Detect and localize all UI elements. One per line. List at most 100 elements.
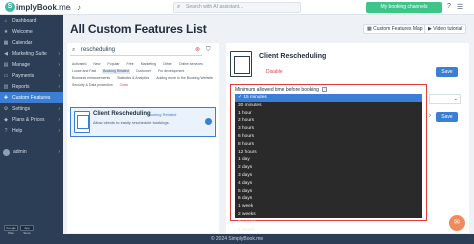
ai-search-input[interactable]: ⌕ Search with AI assistant... xyxy=(173,2,301,13)
feature-detail-title: Client Rescheduling xyxy=(259,53,327,60)
sidebar-menu: ⌂ Dashboard ★ Welcome ▦ Calendar ◀ Marketing Su… xyxy=(0,15,63,136)
notification-bell-icon[interactable]: ♪ xyxy=(77,3,81,12)
sidebar-item-label: Marketing Suite xyxy=(12,50,47,57)
megaphone-icon: ◀ xyxy=(4,50,8,57)
briefcase-icon: ▤ xyxy=(3,61,9,68)
sidebar-item-label: Welcome xyxy=(12,28,33,35)
sidebar-item-label: Help xyxy=(12,127,23,134)
arrow-icon: › xyxy=(429,113,431,119)
min-time-option[interactable]: 4 days xyxy=(235,180,422,188)
min-time-option[interactable]: 3 weeks xyxy=(235,219,422,227)
min-time-option[interactable]: 3 hours xyxy=(235,125,422,133)
calendar-icon xyxy=(74,111,90,133)
google-play-badge[interactable]: Google Play xyxy=(4,225,18,235)
category-tag[interactable]: New xyxy=(92,62,101,67)
sidebar-item-plans-prices[interactable]: ◆ Plans & Prices › xyxy=(0,114,63,125)
category-tag[interactable]: Clear xyxy=(119,83,129,88)
min-time-option[interactable]: 2 days xyxy=(235,164,422,172)
user-name: admin xyxy=(13,149,27,155)
category-tag[interactable]: Security & Data protection xyxy=(71,83,114,88)
min-time-option[interactable]: 8 hours xyxy=(235,141,422,149)
chevron-right-icon: › xyxy=(58,127,60,134)
chevron-right-icon: › xyxy=(58,72,60,79)
chevron-down-icon: ⌄ xyxy=(453,96,458,102)
save-settings-button[interactable]: Save xyxy=(436,112,458,122)
category-tag[interactable]: Online services xyxy=(178,62,204,67)
video-tutorial-label: Video tutorial xyxy=(433,26,463,32)
ai-search-placeholder: Search with AI assistant... xyxy=(186,4,244,10)
category-tag[interactable]: Other xyxy=(162,62,173,67)
clear-search-icon[interactable]: ⊗ xyxy=(195,46,200,55)
features-list-panel: ⌕ rescheduling ⊗ ⛉ Activated New Popular Fr… xyxy=(67,43,219,233)
sidebar-item-custom-features[interactable]: ✚ Custom Features xyxy=(0,92,63,103)
sidebar-item-label: Custom Features xyxy=(12,94,51,101)
custom-features-map-button[interactable]: ▦ Custom Features Map xyxy=(363,24,427,34)
card-icon: ▭ xyxy=(3,72,9,79)
star-icon: ★ xyxy=(3,28,9,35)
chevron-right-icon: › xyxy=(58,83,60,90)
home-icon[interactable]: ⌂ xyxy=(66,3,71,12)
min-time-option[interactable]: 5 days xyxy=(235,188,422,196)
feature-search-input[interactable]: ⌕ rescheduling ⊗ xyxy=(70,46,202,56)
sidebar-item-label: Manage xyxy=(12,61,31,68)
sidebar-item-manage[interactable]: ▤ Manage › xyxy=(0,59,63,70)
category-tag[interactable]: Activated xyxy=(71,62,87,67)
category-tag[interactable]: Business enhancements xyxy=(71,76,111,81)
category-tag[interactable]: Free xyxy=(126,62,135,67)
category-tag[interactable]: Booking Related xyxy=(102,69,130,74)
min-time-option[interactable]: 1 week xyxy=(235,203,422,211)
disable-link[interactable]: Disable xyxy=(266,69,283,75)
setting-select[interactable]: ⌄ xyxy=(429,94,461,104)
sidebar-item-dashboard[interactable]: ⌂ Dashboard xyxy=(0,15,63,26)
min-time-option[interactable]: 6 days xyxy=(235,195,422,203)
chevron-right-icon: › xyxy=(58,149,60,155)
video-tutorial-button[interactable]: ▶ Video tutorial xyxy=(424,24,467,34)
booking-channels-button[interactable]: My booking channels xyxy=(366,2,442,13)
category-tag[interactable]: Customer xyxy=(135,69,152,74)
min-time-label: Minimum allowed time before booking ? xyxy=(235,87,328,93)
help-icon[interactable]: ? xyxy=(322,87,328,92)
category-tag[interactable]: Adding more to the Booking Website xyxy=(155,76,214,81)
sidebar-item-reports[interactable]: ▥ Reports › xyxy=(0,81,63,92)
min-time-options-list[interactable]: ✓ 15 minutes 30 minutes 1 hour 2 hours 3 hou… xyxy=(235,94,422,233)
chevron-right-icon: › xyxy=(58,105,60,112)
calendar-icon xyxy=(230,51,252,77)
min-time-option[interactable]: 6 hours xyxy=(235,133,422,141)
min-time-option[interactable]: 2 weeks xyxy=(235,211,422,219)
sidebar-item-help[interactable]: ? Help › xyxy=(0,125,63,136)
puzzle-icon: ✚ xyxy=(3,94,9,101)
category-tag[interactable]: Popular xyxy=(106,62,120,67)
search-icon: ⌕ xyxy=(72,47,76,53)
sidebar-item-label: Plans & Prices xyxy=(12,116,45,123)
app-store-badge[interactable]: App Store xyxy=(20,225,34,235)
min-time-option[interactable]: ✓ 15 minutes xyxy=(235,94,422,102)
min-time-option[interactable]: 30 minutes xyxy=(235,102,422,110)
sidebar-item-label: Dashboard xyxy=(12,17,37,24)
category-tag[interactable]: For development xyxy=(157,69,185,74)
sidebar-item-marketing-suite[interactable]: ◀ Marketing Suite › xyxy=(0,48,63,59)
sidebar-item-payments[interactable]: ▭ Payments › xyxy=(0,70,63,81)
chat-icon[interactable]: ✉ xyxy=(449,215,465,231)
min-time-option[interactable]: 3 days xyxy=(235,172,422,180)
min-time-option[interactable]: 2 hours xyxy=(235,117,422,125)
category-tag[interactable]: Statistics & Analytics xyxy=(116,76,150,81)
user-menu[interactable]: admin › xyxy=(0,146,63,158)
question-icon: ? xyxy=(4,127,8,134)
play-icon: ▶ xyxy=(428,26,432,32)
category-tag[interactable]: Loose and Fast xyxy=(71,69,97,74)
page-title: All Custom Features List xyxy=(70,22,207,36)
sidebar-item-settings[interactable]: ⚙ Settings › xyxy=(0,103,63,114)
feature-card-client-rescheduling[interactable]: Client Rescheduling Booking Related Allo… xyxy=(70,107,216,137)
category-tag[interactable]: Marketing xyxy=(140,62,157,67)
logo[interactable]: S implyBook .me xyxy=(5,2,70,12)
help-icon[interactable]: ? xyxy=(447,3,451,10)
filter-icon[interactable]: ⛉ xyxy=(206,47,211,54)
min-time-option[interactable]: 1 day xyxy=(235,156,422,164)
min-time-option[interactable]: 12 hours xyxy=(235,149,422,157)
min-time-option[interactable]: 1 hour xyxy=(235,110,422,118)
save-button[interactable]: Save xyxy=(436,67,458,77)
user-menu-icon[interactable]: ☰ xyxy=(457,3,463,11)
sidebar-item-calendar[interactable]: ▦ Calendar xyxy=(0,37,63,48)
sidebar-item-welcome[interactable]: ★ Welcome xyxy=(0,26,63,37)
logo-mark: S xyxy=(5,2,15,12)
